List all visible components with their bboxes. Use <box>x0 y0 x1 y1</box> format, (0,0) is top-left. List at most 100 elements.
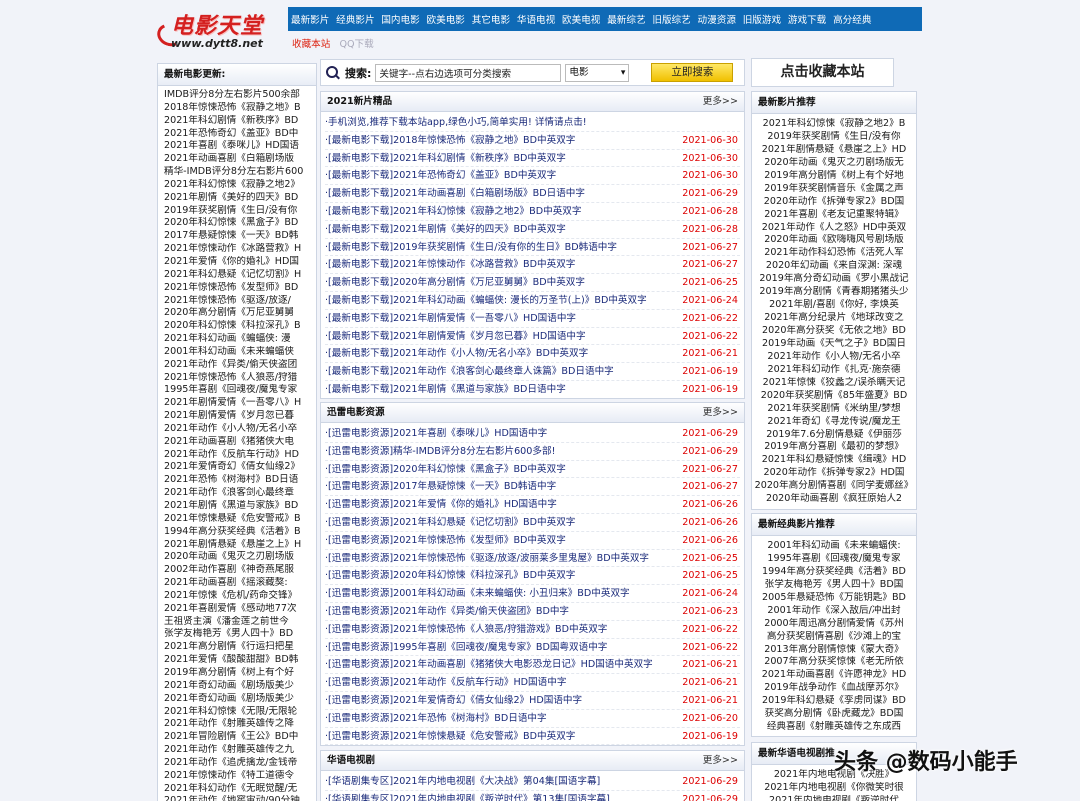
list-item[interactable]: 2020年科幻惊悚《黑盒子》BD <box>164 217 316 230</box>
nav-item[interactable]: 最新综艺 <box>607 12 645 26</box>
list-item[interactable]: 2020年动作《拆弹专家2》HD国 <box>752 467 916 480</box>
list-item[interactable]: 2021年动作《小人物/无名小卒 <box>164 423 316 436</box>
list-item[interactable]: 2021年动作《追虎擒龙/金钱帝 <box>164 757 316 770</box>
list-item[interactable]: 张学友梅艳芳《男人四十》BD <box>164 628 316 641</box>
list-item[interactable]: 2021年内地电视剧《你微笑时很 <box>752 782 916 795</box>
category-select[interactable]: 电影 <box>565 63 630 82</box>
list-item[interactable]: 2020年高分剧情《万尼亚舅舅 <box>164 307 316 320</box>
nav-item[interactable]: 国内电影 <box>381 12 419 26</box>
table-row[interactable]: ·[最新电影下载]2019年获奖剧情《生日/没有你的生日》BD韩语中字 2021-… <box>325 239 740 257</box>
list-item[interactable]: 2019年高分剧情《青春期猪猪头少 <box>752 286 916 299</box>
table-row[interactable]: ·[迅雷电影资源]2021年爱情奇幻《倩女仙缘2》HD国语中字 2021-06-2… <box>325 692 740 710</box>
list-item[interactable]: 2021年科幻剧情《新秩序》BD <box>164 115 316 128</box>
list-item[interactable]: 2021年惊悚恐怖《驱逐/放逐/ <box>164 295 316 308</box>
row-title[interactable]: ·[迅雷电影资源]1995年喜剧《回魂夜/魔鬼专家》BD国粤双语中字 <box>325 639 607 656</box>
list-item[interactable]: 2021年动画喜剧《许愿神龙》HD <box>752 669 916 682</box>
list-item[interactable]: 2021年惊悚《狡蠡之/误杀瞒天记 <box>752 377 916 390</box>
table-row[interactable]: ·[迅雷电影资源]1995年喜剧《回魂夜/魔鬼专家》BD国粤双语中字 2021-0… <box>325 639 740 657</box>
list-item[interactable]: 2021年科幻动作《扎克·施奈德 <box>752 364 916 377</box>
more-link[interactable]: 更多>> <box>703 403 738 422</box>
list-item[interactable]: 2021年科幻惊悚《无限/无限轮 <box>164 706 316 719</box>
list-item[interactable]: 2019年高分剧情《树上有个好地 <box>752 170 916 183</box>
list-item[interactable]: 2021年奇幻《寻龙传说/魔龙王 <box>752 416 916 429</box>
table-row[interactable]: ·[迅雷电影资源]2021年惊悚悬疑《危安警戒》BD中英双字 2021-06-19 <box>325 728 740 745</box>
list-item[interactable]: 2021年惊悚恐怖《人狼恶/狩猎 <box>164 372 316 385</box>
list-item[interactable]: 2021年剧情悬疑《悬崖之上》H <box>164 539 316 552</box>
list-item[interactable]: 2021年剧情爱情《一吾零八》H <box>164 397 316 410</box>
list-item[interactable]: 2021年动作《射雕英雄传之九 <box>164 744 316 757</box>
row-title[interactable]: ·[迅雷电影资源]2021年恐怖《树海村》BD日语中字 <box>325 710 547 727</box>
row-title[interactable]: ·[最新电影下载]2021年恐怖奇幻《盖亚》BD中英双字 <box>325 167 556 184</box>
search-button[interactable]: 立即搜索 <box>651 63 734 82</box>
row-title[interactable]: ·[最新电影下载]2021年科幻剧情《新秩序》BD中英双字 <box>325 150 566 167</box>
table-row[interactable]: ·[最新电影下载]2021年剧情爱情《岁月忽已暮》HD国语中字 2021-06-2… <box>325 328 740 346</box>
table-row[interactable]: ·[最新电影下载]2021年动作《小人物/无名小卒》BD中英双字 2021-06-… <box>325 345 740 364</box>
row-title[interactable]: ·[华语剧集专区]2021年内地电视剧《叛逆时代》第13集[国语字幕] <box>325 791 610 801</box>
list-item[interactable]: 1995年喜剧《回魂夜/魔鬼专家 <box>752 553 916 566</box>
list-item[interactable]: 2021年动作《地窖宙动/90分钟 <box>164 795 316 801</box>
row-title[interactable]: ·[最新电影下载]2021年动作《小人物/无名小卒》BD中英双字 <box>325 345 588 362</box>
table-row[interactable]: ·[迅雷电影资源]2021年动作《反航车行动》HD国语中字 2021-06-21 <box>325 674 740 692</box>
row-title[interactable]: ·[迅雷电影资源]2021年科幻悬疑《记忆切割》BD中英双字 <box>325 514 575 531</box>
list-item[interactable]: 2021年惊悚动作《冰路营救》H <box>164 243 316 256</box>
list-item[interactable]: 2021年喜剧爱情《感动地77次 <box>164 603 316 616</box>
table-row[interactable]: ·[最新电影下载]2021年科幻剧情《新秩序》BD中英双字 2021-06-30 <box>325 150 740 168</box>
table-row[interactable]: ·[最新电影下载]2021年剧情《美好的四天》BD中英双字 2021-06-28 <box>325 221 740 239</box>
list-item[interactable]: 高分获奖剧情喜剧《沙滩上的宝 <box>752 631 916 644</box>
list-item[interactable]: 2021年剧情悬疑《悬崖之上》HD <box>752 144 916 157</box>
table-row[interactable]: ·[最新电影下载]2021年科幻动画《蝙蝠侠: 漫长的万圣节(上)》BD中英双字… <box>325 292 740 310</box>
list-item[interactable]: 2019年高分喜剧《最初的梦想》 <box>752 441 916 454</box>
list-item[interactable]: 2007年高分获奖惊悚《老无所依 <box>752 656 916 669</box>
table-row[interactable]: ·[最新电影下载]2021年恐怖奇幻《盖亚》BD中英双字 2021-06-30 <box>325 167 740 186</box>
list-item[interactable]: 2021年惊悚动作《特工道德令 <box>164 770 316 783</box>
row-title[interactable]: ·[迅雷电影资源]2020年科幻惊悚《科拉深孔》BD中英双字 <box>325 567 575 584</box>
list-item[interactable]: 2021年剧情《黑道与家族》BD <box>164 500 316 513</box>
list-item[interactable]: 2021年科幻动画《蝙蝠侠: 漫 <box>164 333 316 346</box>
list-item[interactable]: 2020年动作《拆弹专家2》BD国 <box>752 196 916 209</box>
row-title[interactable]: ·[最新电影下载]2021年惊悚动作《冰路营救》BD中英双字 <box>325 256 575 273</box>
list-item[interactable]: 2021年惊悚悬疑《危安警戒》B <box>164 513 316 526</box>
row-title[interactable]: ·[最新电影下载]2021年剧情爱情《岁月忽已暮》HD国语中字 <box>325 328 586 345</box>
list-item[interactable]: 2017年悬疑惊悚《一天》BD韩 <box>164 230 316 243</box>
table-row[interactable]: ·[最新电影下载]2021年剧情爱情《一吾零八》HD国语中字 2021-06-22 <box>325 310 740 328</box>
nav-item[interactable]: 旧版综艺 <box>652 12 690 26</box>
list-item[interactable]: 2020年获奖剧情《85年盛夏》BD <box>752 390 916 403</box>
list-item[interactable]: 2021年科幻悬疑惊悚《缉魂》HD <box>752 454 916 467</box>
list-item[interactable]: 2021年奇幻动画《剧场版美少 <box>164 680 316 693</box>
list-item[interactable]: IMDB评分8分左右影片500余部 <box>164 89 316 102</box>
list-item[interactable]: 2021年爱情《酸酸甜甜》BD韩 <box>164 654 316 667</box>
list-item[interactable]: 2019年获奖剧情《生日/没有你 <box>752 131 916 144</box>
row-title[interactable]: ·[迅雷电影资源]2021年惊悚悬疑《危安警戒》BD中英双字 <box>325 728 575 745</box>
list-item[interactable]: 2001年科幻动画《未来蝙蝠侠 <box>164 346 316 359</box>
list-item[interactable]: 2021年恐怖奇幻《盖亚》BD中 <box>164 128 316 141</box>
list-item[interactable]: 2019年高分剧情《树上有个好 <box>164 667 316 680</box>
table-row[interactable]: ·[华语剧集专区]2021年内地电视剧《大决战》第04集[国语字幕] 2021-0… <box>325 773 740 791</box>
list-item[interactable]: 2021年动作《异类/偷天侠盗团 <box>164 359 316 372</box>
row-title[interactable]: ·[华语剧集专区]2021年内地电视剧《大决战》第04集[国语字幕] <box>325 773 600 790</box>
row-title[interactable]: ·[迅雷电影资源]2021年爱情《你的婚礼》HD国语中字 <box>325 496 557 513</box>
row-title[interactable]: ·[迅雷电影资源]2021年惊悚恐怖《驱逐/放逐/波丽莱多里鬼屋》BD中英双字 <box>325 550 649 567</box>
app-notice[interactable]: ·手机浏览,推荐下载本站app,绿色小巧,简单实用! 详情请点击! <box>325 114 740 132</box>
list-item[interactable]: 2021年高分纪录片《地球改变之 <box>752 312 916 325</box>
table-row[interactable]: ·[华语剧集专区]2021年内地电视剧《叛逆时代》第13集[国语字幕] 2021-… <box>325 791 740 801</box>
list-item[interactable]: 2019年战争动作《血战摩苏尔》 <box>752 682 916 695</box>
list-item[interactable]: 2001年动作《深入敌后/冲出封 <box>752 605 916 618</box>
row-title[interactable]: ·[最新电影下载]2019年获奖剧情《生日/没有你的生日》BD韩语中字 <box>325 239 617 256</box>
list-item[interactable]: 2020年动画《鬼灭之刃剧场版 <box>164 551 316 564</box>
list-item[interactable]: 2021年剧/喜剧《你好, 李焕英 <box>752 299 916 312</box>
list-item[interactable]: 2021年惊悚恐怖《发型师》BD <box>164 282 316 295</box>
nav-item[interactable]: 最新影片 <box>291 12 329 26</box>
table-row[interactable]: ·[迅雷电影资源]2021年喜剧《泰咪儿》HD国语中字 2021-06-29 <box>325 425 740 443</box>
bookmark-site-link[interactable]: 收藏本站 <box>292 39 330 50</box>
list-item[interactable]: 2021年动作《小人物/无名小卒 <box>752 351 916 364</box>
table-row[interactable]: ·[最新电影下载]2021年剧情《黑道与家族》BD日语中字 2021-06-19 <box>325 381 740 398</box>
site-logo[interactable]: 电影天堂 www.dytt8.net <box>154 8 287 54</box>
table-row[interactable]: ·[迅雷电影资源]2021年科幻悬疑《记忆切割》BD中英双字 2021-06-26 <box>325 514 740 532</box>
table-row[interactable]: ·[迅雷电影资源]精华-IMDB评分8分左右影片600多部! 2021-06-29 <box>325 443 740 461</box>
list-item[interactable]: 2021年动作《人之怒》HD中英双 <box>752 222 916 235</box>
table-row[interactable]: ·[最新电影下载]2021年科幻惊悚《寂静之地2》BD中英双字 2021-06-2… <box>325 203 740 221</box>
row-title[interactable]: ·[迅雷电影资源]2021年爱情奇幻《倩女仙缘2》HD国语中字 <box>325 692 582 709</box>
list-item[interactable]: 2019年7.6分剧情悬疑《伊丽莎 <box>752 429 916 442</box>
table-row[interactable]: ·[迅雷电影资源]2017年悬疑惊悚《一天》BD韩语中字 2021-06-27 <box>325 478 740 497</box>
table-row[interactable]: ·[迅雷电影资源]2021年动画喜剧《猪猪侠大电影恐龙日记》HD国语中英双字 20… <box>325 656 740 675</box>
